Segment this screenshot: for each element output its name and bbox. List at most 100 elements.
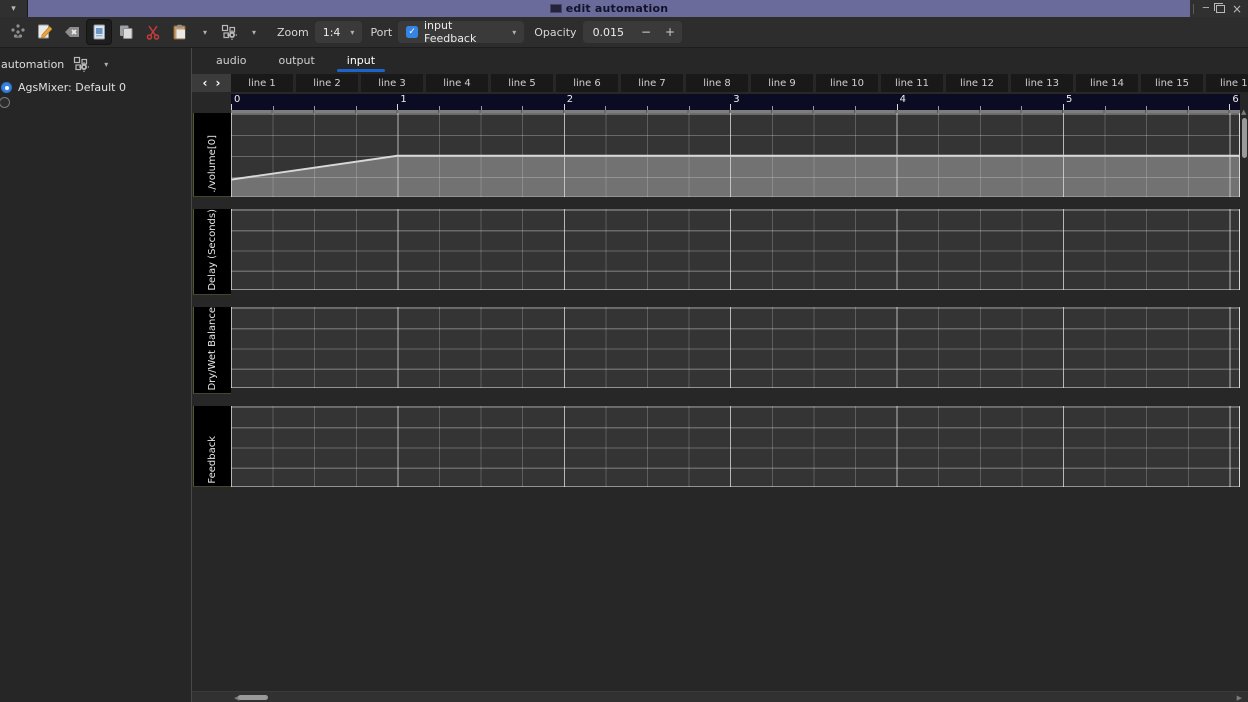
sidebar: automation ▾ AgsMixer: Default 0 [0, 48, 192, 702]
line-header: line 3 [361, 74, 423, 92]
ruler-minor-tick [647, 106, 648, 110]
ruler-minor-tick [980, 106, 981, 110]
edit-icon [36, 23, 54, 41]
cut-button[interactable] [140, 19, 166, 45]
ruler-number: 5 [1066, 94, 1072, 105]
chevron-down-icon: ▾ [11, 4, 16, 14]
controls-separator [1193, 4, 1194, 14]
machine-radio[interactable] [0, 97, 10, 108]
line-header: line 4 [426, 74, 488, 92]
window-title: edit automation [566, 2, 669, 15]
close-icon[interactable]: × [1232, 4, 1242, 14]
ruler-minor-tick [813, 106, 814, 110]
ruler-minor-tick [439, 106, 440, 110]
ruler-major-tick [564, 104, 565, 110]
lane-grid[interactable] [231, 307, 1240, 388]
edit-button[interactable] [32, 19, 58, 45]
line-nav: ‹ › [192, 74, 231, 92]
lane-grid[interactable] [231, 406, 1240, 487]
vertical-scrollbar[interactable]: ▲ [1241, 94, 1247, 690]
ruler-number: 3 [733, 94, 739, 105]
automation-lane: Dry/Wet Balance [193, 307, 1248, 395]
paste-button[interactable] [167, 19, 193, 45]
machine-radio[interactable] [1, 82, 12, 93]
copy-button[interactable] [113, 19, 139, 45]
lane-label: Delay (Seconds) [193, 209, 231, 295]
minimize-icon[interactable]: ─ [1203, 4, 1209, 14]
machine-label: AgsMixer: Default 0 [18, 81, 126, 94]
position-button[interactable] [5, 19, 31, 45]
machines-gear-icon [72, 55, 90, 73]
chevron-down-icon: ▾ [512, 28, 516, 37]
ruler-minor-tick [772, 106, 773, 110]
tab-audio[interactable]: audio [202, 50, 260, 72]
opacity-increment-button[interactable]: + [658, 25, 682, 39]
ruler-minor-tick [938, 106, 939, 110]
nav-back-button[interactable]: ‹ [203, 77, 208, 89]
tab-input[interactable]: input [333, 50, 389, 72]
cut-icon [144, 23, 162, 41]
chevron-down-icon: ▾ [252, 28, 256, 37]
ruler-minor-tick [1146, 106, 1147, 110]
zoom-combo[interactable]: 1:4 ▾ [315, 21, 363, 43]
tool-options-button[interactable]: ▾ [246, 19, 262, 45]
nav-forward-button[interactable]: › [216, 77, 221, 89]
automation-lane: Feedback [193, 406, 1248, 487]
line-header: line 9 [751, 74, 813, 92]
scroll-up-icon[interactable]: ▲ [1241, 108, 1246, 116]
window-menu-button[interactable]: ▾ [0, 0, 28, 17]
ruler-major-tick [730, 104, 731, 110]
chevron-down-icon: ▾ [350, 28, 354, 37]
paste-options-button[interactable]: ▾ [197, 19, 213, 45]
ruler-major-tick [231, 104, 232, 110]
tool-icon [220, 23, 238, 41]
port-label: Port [370, 26, 392, 39]
title-strip[interactable]: edit automation [28, 0, 1190, 17]
ruler-minor-tick [356, 106, 357, 110]
select-icon [90, 23, 108, 41]
automation-editor: audiooutputinput ‹ › line 1line 2line 3l… [192, 48, 1248, 702]
ruler-number: 1 [400, 94, 406, 105]
opacity-label: Opacity [534, 26, 576, 39]
line-header: line 8 [686, 74, 748, 92]
edit-automation-window: ▾ edit automation ─ × ▾▾ Zoom 1:4 ▾ Port… [0, 0, 1248, 702]
copy-icon [117, 23, 135, 41]
clear-button[interactable] [59, 19, 85, 45]
lane-grid[interactable] [231, 209, 1240, 290]
ruler-number: 4 [900, 94, 906, 105]
automation-curve [231, 114, 1239, 196]
ruler-number: 6 [1232, 94, 1238, 105]
horizontal-scrollbar[interactable]: ◀ ▶ [192, 691, 1248, 702]
horizontal-scroll-thumb[interactable] [238, 695, 268, 700]
opacity-decrement-button[interactable]: − [634, 25, 658, 39]
line-header: line 16 [1206, 74, 1248, 92]
maximize-icon[interactable] [1216, 5, 1225, 13]
line-header: line 13 [1011, 74, 1073, 92]
ruler-major-tick [897, 104, 898, 110]
port-combo[interactable]: ✓ input Feedback ▾ [398, 21, 524, 43]
sidebar-title: automation [1, 58, 64, 71]
line-header: line 2 [296, 74, 358, 92]
chevron-down-icon[interactable]: ▾ [104, 60, 108, 69]
tool-button[interactable] [216, 19, 242, 45]
ruler-number: 0 [234, 94, 240, 105]
select-button[interactable] [86, 19, 112, 45]
ruler-minor-tick [1188, 106, 1189, 110]
toolbar: ▾▾ Zoom 1:4 ▾ Port ✓ input Feedback ▾ Op… [0, 17, 1248, 48]
ruler-minor-tick [522, 106, 523, 110]
lane-grid[interactable] [231, 113, 1240, 197]
port-checkbox[interactable]: ✓ [406, 26, 418, 38]
paste-icon [171, 23, 189, 41]
tab-output[interactable]: output [264, 50, 328, 72]
machine-radio-row[interactable]: AgsMixer: Default 0 [0, 73, 191, 94]
vertical-scroll-thumb[interactable] [1242, 118, 1247, 158]
scroll-right-icon[interactable]: ▶ [1237, 694, 1242, 702]
opacity-value[interactable]: 0.015 [583, 26, 635, 39]
ruler-major-tick [1063, 104, 1064, 110]
machine-radio-row[interactable] [0, 94, 191, 108]
chevron-down-icon: ▾ [203, 28, 207, 37]
titlebar: ▾ edit automation ─ × [0, 0, 1248, 17]
ruler-minor-tick [605, 106, 606, 110]
ruler[interactable]: 0123456 [231, 94, 1240, 110]
ruler-minor-tick [1021, 106, 1022, 110]
